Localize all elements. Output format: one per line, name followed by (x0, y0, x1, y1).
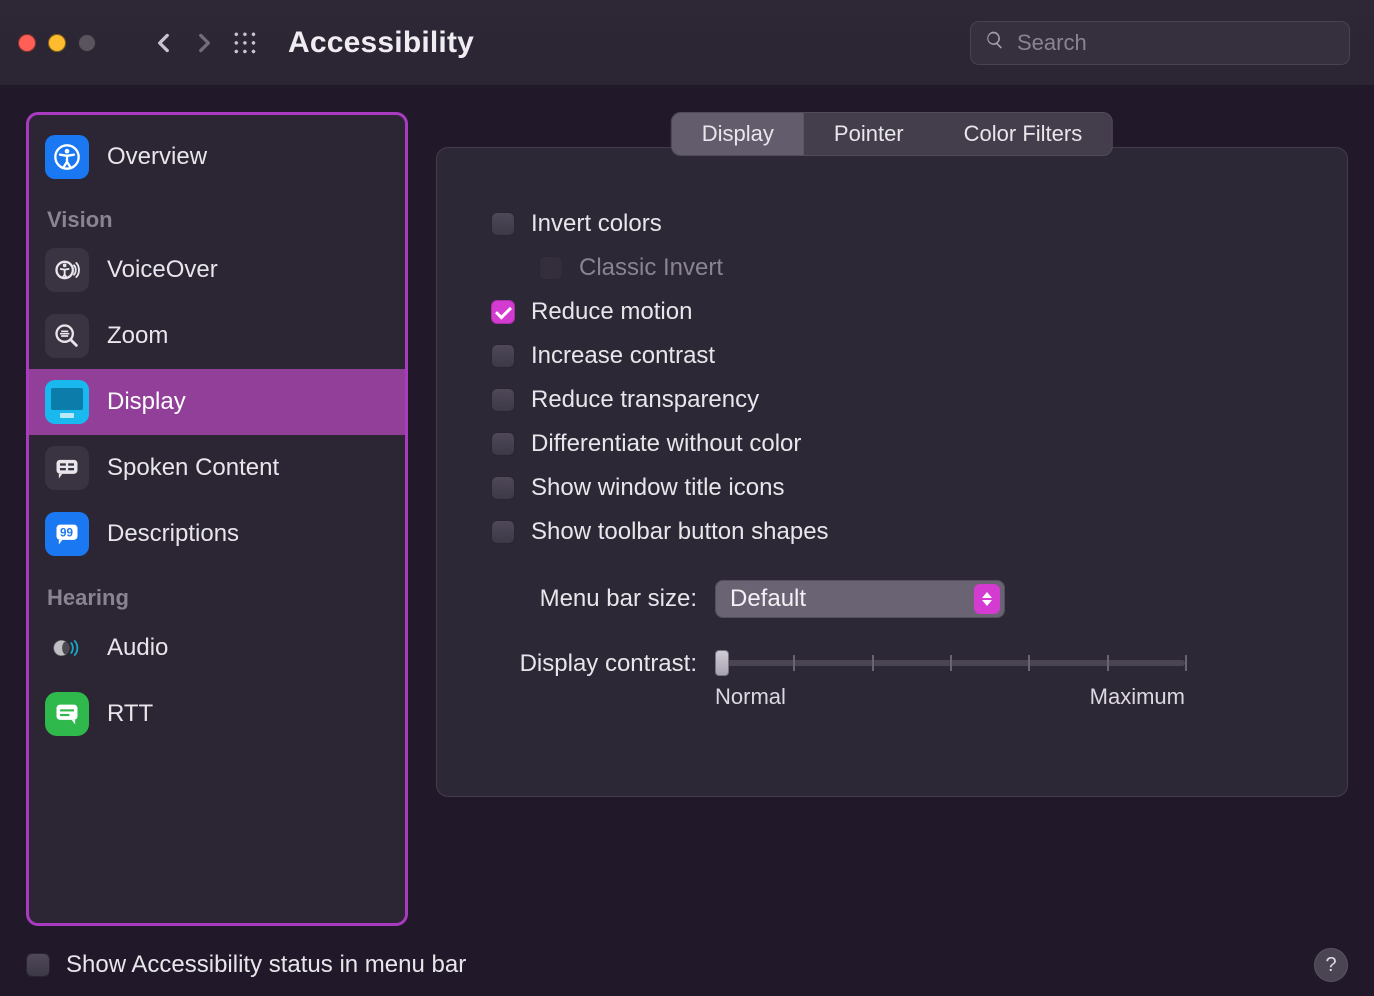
window-zoom-button[interactable] (78, 34, 96, 52)
option-label: Show toolbar button shapes (531, 518, 829, 546)
checkbox[interactable] (491, 476, 515, 500)
sidebar-item-label: Audio (107, 634, 168, 662)
sidebar-item-label: Descriptions (107, 520, 239, 548)
window-controls (18, 34, 96, 52)
slider-thumb[interactable] (715, 650, 729, 676)
menu-bar-size-select[interactable]: Default (715, 580, 1005, 618)
select-value: Default (730, 585, 806, 613)
option-reduce-transparency[interactable]: Reduce transparency (491, 378, 1307, 422)
sidebar-item-label: VoiceOver (107, 256, 218, 284)
svg-text:99: 99 (60, 526, 73, 539)
sidebar-section-hearing: Hearing (29, 567, 405, 615)
option-label: Increase contrast (531, 342, 715, 370)
footer-label: Show Accessibility status in menu bar (66, 951, 466, 979)
tab-pointer[interactable]: Pointer (804, 113, 934, 155)
display-icon (45, 380, 89, 424)
checkbox (539, 256, 563, 280)
display-contrast-row: Display contrast: Normal Maxim (477, 648, 1307, 710)
search-field[interactable] (970, 21, 1350, 65)
help-button[interactable]: ? (1314, 948, 1348, 982)
option-label: Reduce motion (531, 298, 692, 326)
tab-display[interactable]: Display (672, 113, 804, 155)
field-label: Display contrast: (477, 648, 697, 678)
sidebar-item-display[interactable]: Display (29, 369, 405, 435)
zoom-icon (45, 314, 89, 358)
window-minimize-button[interactable] (48, 34, 66, 52)
sidebar: Overview Vision VoiceOver Zoom (26, 112, 408, 926)
option-show-window-title-icons[interactable]: Show window title icons (491, 466, 1307, 510)
option-show-toolbar-button-shapes[interactable]: Show toolbar button shapes (491, 510, 1307, 554)
sidebar-item-zoom[interactable]: Zoom (29, 303, 405, 369)
sidebar-section-vision: Vision (29, 189, 405, 237)
chevron-up-down-icon (974, 584, 1000, 614)
window-close-button[interactable] (18, 34, 36, 52)
sidebar-item-label: Overview (107, 143, 207, 171)
checkbox[interactable] (491, 212, 515, 236)
checkbox[interactable] (491, 300, 515, 324)
tab-bar: Display Pointer Color Filters (671, 112, 1113, 156)
show-all-icon[interactable] (232, 30, 258, 56)
voiceover-icon (45, 248, 89, 292)
option-reduce-motion[interactable]: Reduce motion (491, 290, 1307, 334)
display-settings-panel: Invert colors Classic Invert Reduce moti… (436, 147, 1348, 797)
checkbox[interactable] (491, 344, 515, 368)
nav-back-button[interactable] (144, 23, 184, 63)
tab-color-filters[interactable]: Color Filters (934, 113, 1113, 155)
rtt-icon (45, 692, 89, 736)
option-label: Differentiate without color (531, 430, 801, 458)
checkbox[interactable] (491, 388, 515, 412)
search-input[interactable] (1017, 30, 1335, 56)
sidebar-item-descriptions[interactable]: 99 Descriptions (29, 501, 405, 567)
search-icon (985, 30, 1005, 56)
option-label: Classic Invert (579, 254, 723, 282)
field-label: Menu bar size: (477, 585, 697, 613)
checkbox-show-status[interactable] (26, 953, 50, 977)
option-label: Reduce transparency (531, 386, 759, 414)
option-differentiate-without-color[interactable]: Differentiate without color (491, 422, 1307, 466)
sidebar-item-label: Spoken Content (107, 454, 279, 482)
display-contrast-slider[interactable] (715, 660, 1185, 666)
page-title: Accessibility (288, 26, 474, 60)
option-invert-colors[interactable]: Invert colors (491, 202, 1307, 246)
checkbox[interactable] (491, 520, 515, 544)
slider-min-label: Normal (715, 684, 786, 710)
option-increase-contrast[interactable]: Increase contrast (491, 334, 1307, 378)
footer: Show Accessibility status in menu bar ? (0, 934, 1374, 996)
descriptions-icon: 99 (45, 512, 89, 556)
sidebar-item-label: Display (107, 388, 186, 416)
option-label: Show window title icons (531, 474, 784, 502)
spoken-content-icon (45, 446, 89, 490)
checkbox[interactable] (491, 432, 515, 456)
option-label: Invert colors (531, 210, 662, 238)
sidebar-item-voiceover[interactable]: VoiceOver (29, 237, 405, 303)
accessibility-icon (45, 135, 89, 179)
sidebar-item-spoken-content[interactable]: Spoken Content (29, 435, 405, 501)
sidebar-item-audio[interactable]: Audio (29, 615, 405, 681)
main-panel: Display Pointer Color Filters Invert col… (436, 112, 1348, 926)
sidebar-item-rtt[interactable]: RTT (29, 681, 405, 747)
audio-icon (45, 626, 89, 670)
menu-bar-size-row: Menu bar size: Default (477, 580, 1307, 618)
sidebar-item-overview[interactable]: Overview (29, 123, 405, 189)
option-classic-invert: Classic Invert (539, 246, 1307, 290)
sidebar-item-label: RTT (107, 700, 153, 728)
slider-max-label: Maximum (1090, 684, 1185, 710)
sidebar-item-label: Zoom (107, 322, 168, 350)
titlebar: Accessibility (0, 0, 1374, 86)
help-icon: ? (1325, 954, 1336, 977)
nav-forward-button[interactable] (184, 23, 224, 63)
